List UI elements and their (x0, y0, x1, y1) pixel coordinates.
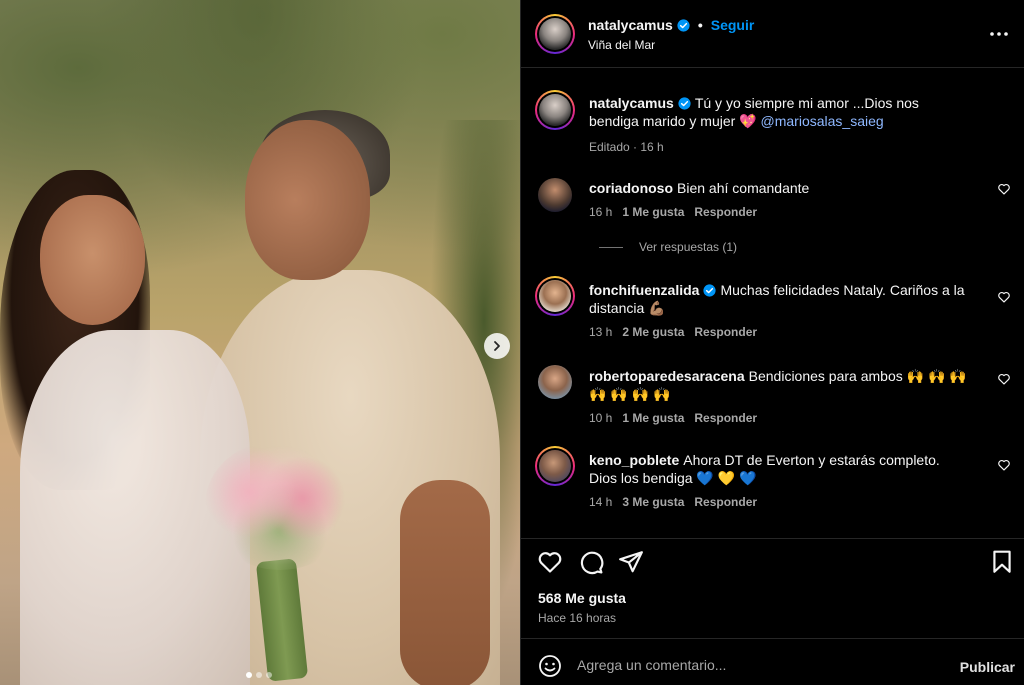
more-icon[interactable] (987, 22, 1011, 46)
photo-bouquet (205, 440, 355, 570)
comment-likes[interactable]: 1 Me gusta (622, 409, 684, 427)
author-username[interactable]: natalycamus (588, 17, 673, 33)
comment-icon[interactable] (578, 549, 604, 575)
heart-icon[interactable] (997, 372, 1011, 386)
comment-likes[interactable]: 2 Me gusta (622, 323, 684, 341)
caption: natalycamus Tú y yo siempre mi amor ...Di… (535, 90, 1011, 160)
comment-username[interactable]: robertoparedesaracena (589, 368, 745, 384)
comment-avatar[interactable] (535, 276, 575, 316)
carousel-indicator (246, 672, 272, 678)
comment-input[interactable] (577, 651, 937, 679)
heart-icon[interactable] (997, 458, 1011, 472)
share-icon[interactable] (618, 549, 644, 575)
reply-button[interactable]: Responder (694, 493, 757, 511)
verified-icon (678, 97, 691, 110)
author-line: natalycamus • Seguir (588, 17, 754, 33)
reply-button[interactable]: Responder (694, 203, 757, 221)
comment-item: coriadonoso Bien ahí comandante 16 h 1 Me… (535, 176, 1011, 224)
post-side-panel: natalycamus • Seguir Viña del Mar nataly… (520, 0, 1024, 685)
comment-time: 14 h (589, 495, 613, 509)
comment-item: fonchifuenzalida Muchas felicidades Natal… (535, 276, 1011, 342)
heart-icon[interactable] (997, 290, 1011, 304)
caption-username[interactable]: natalycamus (589, 95, 674, 111)
replies-divider (599, 246, 623, 248)
comment-body: fonchifuenzalida Muchas felicidades Natal… (589, 281, 969, 341)
comment-meta: 16 h 1 Me gusta Responder (589, 203, 969, 221)
reply-button[interactable]: Responder (694, 323, 757, 341)
photo-groom-arm (400, 480, 490, 685)
comment-body: robertoparedesaracena Bendiciones para am… (589, 367, 969, 427)
carousel-next-button[interactable] (484, 333, 510, 359)
comment-avatar[interactable] (538, 178, 572, 212)
caption-avatar[interactable] (535, 90, 575, 130)
comment-meta: 14 h 3 Me gusta Responder (589, 493, 969, 511)
chevron-right-icon (494, 341, 500, 351)
view-replies-button[interactable]: Ver respuestas (1) (599, 240, 737, 254)
comment-likes[interactable]: 3 Me gusta (622, 493, 684, 511)
heart-icon[interactable] (997, 182, 1011, 196)
comment-username[interactable]: coriadonoso (589, 180, 673, 196)
post-dialog: natalycamus • Seguir Viña del Mar nataly… (0, 0, 1024, 685)
verified-icon (677, 18, 690, 32)
comment-likes[interactable]: 1 Me gusta (622, 203, 684, 221)
comment-item: keno_poblete Ahora DT de Everton y estará… (535, 446, 1011, 512)
carousel-dot-3 (266, 672, 272, 678)
photo-groom-face (245, 120, 370, 280)
caption-meta: Editado · 16 h (589, 138, 969, 156)
emoji-icon[interactable] (538, 654, 562, 678)
comment-time: 10 h (589, 411, 613, 425)
comment-meta: 13 h 2 Me gusta Responder (589, 323, 969, 341)
post-actions (521, 538, 1024, 586)
comment-item: robertoparedesaracena Bendiciones para am… (535, 362, 1011, 428)
photo-bride-face (40, 195, 145, 325)
carousel-dot-1 (246, 672, 252, 678)
comment-username[interactable]: fonchifuenzalida (589, 282, 699, 298)
post-time: Hace 16 horas (538, 611, 617, 625)
post-photo[interactable] (0, 0, 520, 685)
comment-text: Bien ahí comandante (677, 180, 810, 196)
follow-button[interactable]: Seguir (711, 17, 755, 33)
likes-count[interactable]: 568 Me gusta (538, 590, 626, 606)
comment-avatar[interactable] (538, 365, 572, 399)
separator: • (697, 17, 703, 33)
bookmark-icon[interactable] (989, 549, 1015, 575)
reply-button[interactable]: Responder (694, 409, 757, 427)
comment-body: coriadonoso Bien ahí comandante 16 h 1 Me… (589, 179, 969, 221)
comment-body: keno_poblete Ahora DT de Everton y estará… (589, 451, 969, 511)
comment-avatar[interactable] (535, 446, 575, 486)
carousel-dot-2 (256, 672, 262, 678)
post-header: natalycamus • Seguir Viña del Mar (521, 0, 1024, 68)
caption-body: natalycamus Tú y yo siempre mi amor ...Di… (589, 94, 969, 156)
comment-composer: Publicar (521, 638, 1024, 685)
heart-icon[interactable] (537, 549, 563, 575)
comment-time: 13 h (589, 325, 613, 339)
caption-edited: Editado · 16 h (589, 140, 664, 154)
verified-icon (703, 284, 717, 297)
comment-time: 16 h (589, 205, 613, 219)
comments-list[interactable]: natalycamus Tú y yo siempre mi amor ...Di… (521, 68, 1024, 538)
comment-meta: 10 h 1 Me gusta Responder (589, 409, 969, 427)
comment-username[interactable]: keno_poblete (589, 452, 679, 468)
author-avatar[interactable] (535, 14, 575, 54)
post-location[interactable]: Viña del Mar (588, 38, 655, 52)
caption-mention[interactable]: @mariosalas_saieg (761, 113, 884, 129)
publish-button[interactable]: Publicar (960, 659, 1015, 675)
view-replies-label: Ver respuestas (1) (639, 240, 738, 254)
